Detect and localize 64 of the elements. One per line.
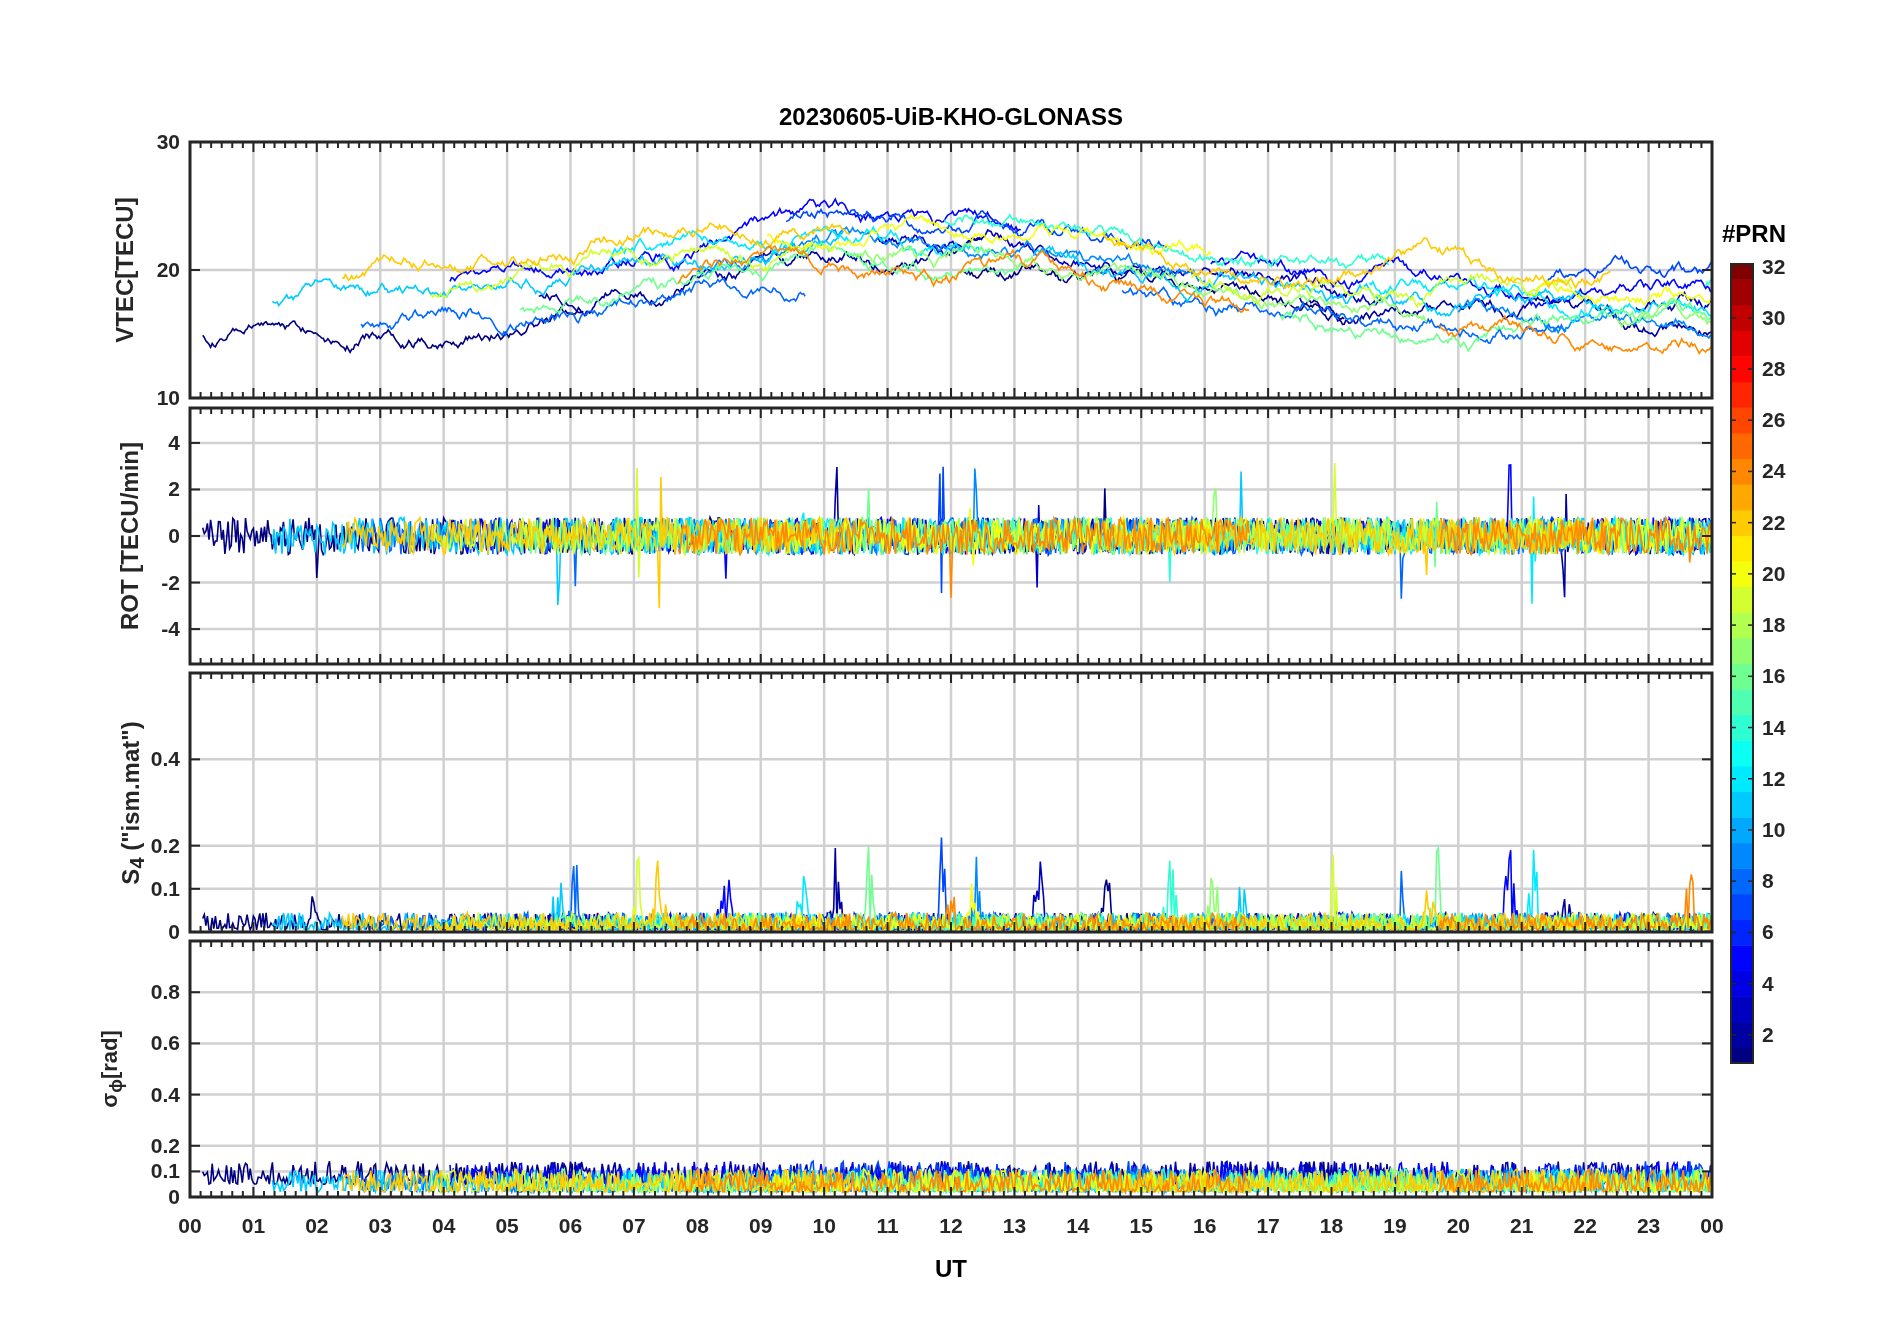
y-tick-label: 0 xyxy=(168,524,180,547)
colorbar-tick-label: 20 xyxy=(1762,561,1786,585)
x-tick-label: 07 xyxy=(622,1214,646,1237)
x-tick-label: 09 xyxy=(749,1214,773,1237)
colorbar-tick-label: 2 xyxy=(1762,1022,1774,1046)
colorbar-tick-label: 24 xyxy=(1762,459,1786,483)
y-tick-label: 4 xyxy=(168,430,180,454)
x-tick-label: 08 xyxy=(685,1214,709,1237)
colorbar-tick-label: 18 xyxy=(1762,613,1786,637)
x-axis-label: UT xyxy=(935,1255,967,1282)
colorbar-title: #PRN xyxy=(1722,220,1787,247)
colorbar-tick-label: 10 xyxy=(1762,817,1786,841)
y-tick-label: -4 xyxy=(161,617,180,641)
y-tick-label: 0.1 xyxy=(150,876,180,900)
y-tick-label: 0 xyxy=(168,1185,180,1208)
x-tick-label: 04 xyxy=(432,1214,456,1237)
x-tick-label: 14 xyxy=(1066,1214,1090,1237)
x-tick-label: 05 xyxy=(495,1214,519,1237)
x-tick-label: 20 xyxy=(1446,1214,1470,1237)
y-tick-label: 0.4 xyxy=(150,1082,180,1106)
y-axis-label: VTEC[TECU] xyxy=(111,197,139,343)
y-tick-label: 0.1 xyxy=(150,1159,180,1183)
x-tick-label: 00 xyxy=(1700,1214,1724,1237)
colorbar-tick-label: 26 xyxy=(1762,408,1786,432)
y-tick-label: 20 xyxy=(156,258,180,281)
x-tick-label: 16 xyxy=(1193,1214,1217,1237)
y-axis-label: ROT [TECU/min] xyxy=(116,442,144,630)
y-tick-label: 10 xyxy=(156,386,180,409)
colorbar-tick-label: 28 xyxy=(1762,357,1786,380)
y-tick-label: 0.8 xyxy=(150,980,180,1004)
x-tick-label: 00 xyxy=(178,1214,202,1237)
x-tick-label: 03 xyxy=(368,1214,392,1237)
colorbar-tick-label: 32 xyxy=(1762,254,1786,278)
x-tick-label: 18 xyxy=(1319,1214,1344,1237)
y-tick-label: -2 xyxy=(161,570,180,594)
x-tick-label: 11 xyxy=(876,1214,899,1237)
x-tick-label: 13 xyxy=(1002,1214,1027,1237)
colorbar-tick-label: 12 xyxy=(1762,766,1786,790)
colorbar-tick-label: 16 xyxy=(1762,664,1786,688)
colorbar-tick-label: 4 xyxy=(1762,971,1774,995)
x-tick-label: 15 xyxy=(1129,1214,1153,1237)
colorbar-tick-label: 8 xyxy=(1762,869,1774,893)
colorbar-tick-label: 30 xyxy=(1762,305,1786,329)
y-tick-label: 0.6 xyxy=(150,1031,180,1055)
y-tick-label: 0 xyxy=(168,920,180,943)
chart-title: 20230605-UiB-KHO-GLONASS xyxy=(778,103,1124,130)
colorbar-tick-label: 22 xyxy=(1762,510,1786,534)
x-tick-label: 17 xyxy=(1256,1214,1280,1237)
x-tick-label: 02 xyxy=(305,1214,329,1237)
x-tick-label: 21 xyxy=(1510,1214,1534,1237)
x-tick-label: 19 xyxy=(1383,1214,1407,1237)
colorbar-tick-label: 14 xyxy=(1762,715,1786,739)
y-tick-label: 0.2 xyxy=(150,833,180,857)
x-tick-label: 23 xyxy=(1636,1214,1661,1237)
y-tick-label: 0.2 xyxy=(150,1133,180,1157)
x-tick-label: 10 xyxy=(812,1214,836,1237)
y-tick-label: 0.4 xyxy=(150,747,180,771)
y-tick-label: 30 xyxy=(156,130,180,153)
x-tick-label: 22 xyxy=(1573,1214,1597,1237)
x-tick-label: 01 xyxy=(241,1214,266,1237)
x-tick-label: 06 xyxy=(558,1214,583,1237)
x-tick-label: 12 xyxy=(939,1214,963,1237)
y-tick-label: 2 xyxy=(168,477,180,501)
colorbar-tick-label: 6 xyxy=(1762,920,1774,944)
